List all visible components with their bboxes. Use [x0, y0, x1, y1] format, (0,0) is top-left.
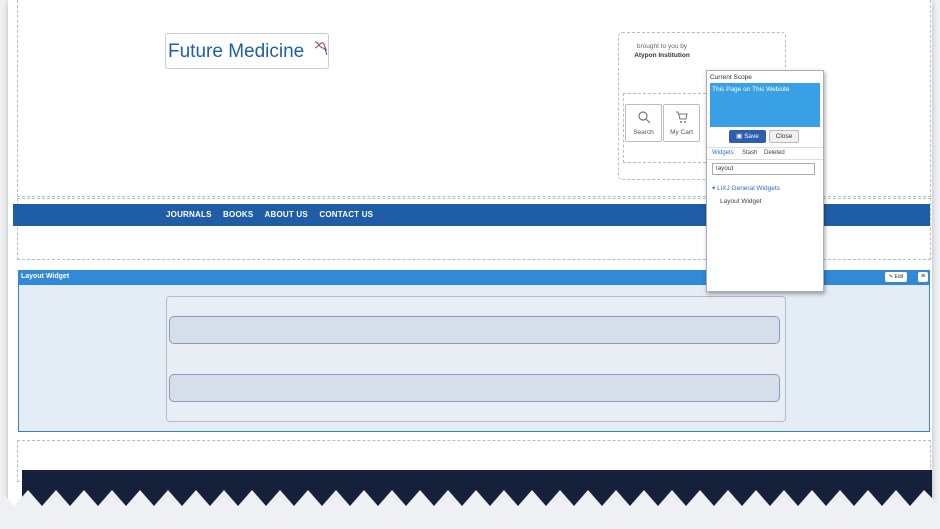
cart-icon [676, 111, 688, 123]
save-label: Save [744, 133, 759, 140]
layout-container [166, 296, 786, 422]
cart-label: My Cart [670, 129, 693, 136]
cart-button[interactable]: My Cart [663, 104, 700, 142]
edit-button[interactable]: ✎ Edit [885, 272, 907, 282]
scope-option[interactable]: This Page on This Website [712, 86, 789, 93]
scope-select[interactable]: This Page on This Website [710, 83, 820, 127]
brought-by-label: brought to you by [636, 43, 688, 50]
dna-icon [314, 41, 328, 56]
search-button[interactable]: Search [625, 104, 662, 142]
site-logo[interactable]: Future Medicine [165, 33, 329, 69]
search-label: Search [633, 129, 654, 136]
save-button[interactable]: ▣ Save [729, 130, 766, 143]
close-button[interactable]: Close [769, 130, 799, 143]
search-icon [638, 111, 651, 124]
layout-slot-1[interactable] [169, 316, 780, 344]
layout-slot-2[interactable] [169, 374, 780, 402]
layout-widget-title: Layout Widget [21, 273, 70, 280]
widget-group-toggle[interactable]: ▾ LiXJ General Widgets [712, 184, 780, 192]
tab-widgets[interactable]: Widgets [712, 150, 734, 156]
panel-tabs: Widgets Stash Deleted [707, 147, 823, 160]
edit-label: Edit [894, 274, 904, 280]
scope-label: Current Scope [710, 74, 752, 81]
tab-stash[interactable]: Stash [742, 150, 757, 156]
tab-deleted[interactable]: Deleted [764, 150, 785, 156]
widget-list-item[interactable]: Layout Widget [720, 198, 762, 205]
nav-journals[interactable]: JOURNALS [166, 210, 212, 219]
institution-name: Atypon Institution [634, 52, 690, 59]
torn-edge [0, 490, 940, 529]
widget-picker-panel: Current Scope This Page on This Website … [706, 70, 824, 292]
nav-contact-us[interactable]: CONTACT US [319, 210, 373, 219]
save-icon: ▣ [736, 133, 743, 140]
nav-about-us[interactable]: ABOUT US [265, 210, 308, 219]
nav-books[interactable]: BOOKS [223, 210, 253, 219]
logo-text: Future Medicine [168, 41, 305, 62]
widget-search-input[interactable] [712, 163, 815, 175]
widget-menu-icon[interactable]: ≡ [918, 272, 928, 282]
